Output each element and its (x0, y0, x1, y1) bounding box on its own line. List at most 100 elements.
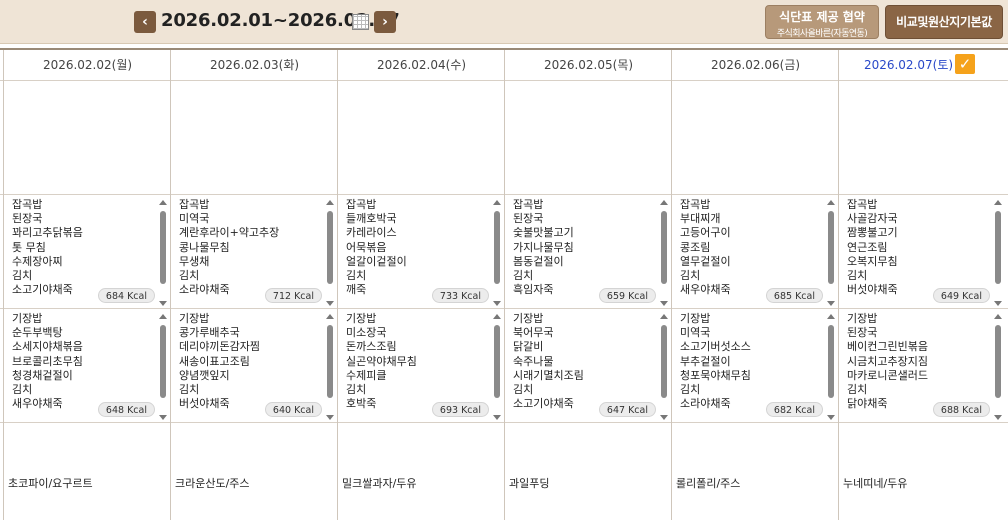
scroll-down-icon[interactable] (660, 415, 668, 420)
menu-item: 열무겉절이 (680, 254, 731, 268)
menu-item: 봄동겉절이 (513, 254, 564, 268)
menu-item: 잡곡밥 (179, 198, 210, 211)
scroll-down-icon[interactable] (326, 415, 334, 420)
scroll-thumb[interactable] (327, 211, 333, 284)
menu-item: 기장밥 (12, 312, 43, 325)
day-header[interactable]: 2026.02.07(토) (825, 50, 992, 80)
scroll-up-icon[interactable] (994, 200, 1002, 205)
scroll-down-icon[interactable] (326, 301, 334, 306)
scroll-down-icon[interactable] (827, 415, 835, 420)
day-header[interactable]: 2026.02.03(화) (171, 50, 338, 80)
dinner-item-list: 기장밥 미역국 소고기버섯소스 부추겉절이 청포묵야채무침 김치 소라야채죽 (680, 312, 751, 411)
scroll-down-icon[interactable] (660, 301, 668, 306)
scroll-down-icon[interactable] (994, 415, 1002, 420)
scrollbar[interactable] (827, 314, 836, 420)
compare-origin-button[interactable]: 비교및원산지기본값 (885, 5, 1003, 39)
day-header[interactable]: 2026.02.04(수) (338, 50, 505, 80)
scrollbar[interactable] (660, 200, 669, 306)
dinner-menu-cell[interactable]: 기장밥 된장국 베이컨그린빈볶음 시금치고추장지짐 마카로니콘샐러드 김치 닭야채죽 688 … (839, 308, 1006, 422)
menu-item: 양념깻잎지 (179, 368, 230, 382)
day-header[interactable]: 2026.02.02(월) (4, 50, 171, 80)
day-header[interactable]: 2026.02.06(금) (672, 50, 839, 80)
menu-item: 김치 (847, 382, 868, 396)
scroll-thumb[interactable] (661, 325, 667, 398)
menu-item: 콩조림 (680, 240, 711, 254)
scroll-down-icon[interactable] (493, 415, 501, 420)
menu-item: 호박죽 (346, 397, 377, 411)
scroll-thumb[interactable] (494, 211, 500, 284)
lunch-menu-cell[interactable]: 잡곡밥 들깨호박국 카레라이스 어묵볶음 얼갈이겉절이 김치 깨죽 733 Kcal (338, 194, 505, 308)
scrollbar[interactable] (660, 314, 669, 420)
scroll-up-icon[interactable] (159, 314, 167, 319)
menu-item: 마카로니콘샐러드 (847, 368, 928, 382)
scrollbar[interactable] (493, 200, 502, 306)
kcal-badge: 640 Kcal (264, 402, 322, 417)
scroll-up-icon[interactable] (493, 200, 501, 205)
scroll-up-icon[interactable] (326, 314, 334, 319)
calendar-icon[interactable] (352, 14, 369, 30)
scroll-up-icon[interactable] (159, 200, 167, 205)
dinner-menu-cell[interactable]: 기장밥 북어무국 닭갈비 숙주나물 시래기멸치조림 김치 소고기야채죽 647 Kcal (505, 308, 672, 422)
scrollbar[interactable] (159, 200, 168, 306)
menu-item: 얼갈이겉절이 (346, 254, 407, 268)
scroll-down-icon[interactable] (159, 301, 167, 306)
snack-item[interactable]: 밀크쌀과자/두유 (342, 475, 417, 491)
snack-item[interactable]: 누네띠네/두유 (843, 475, 907, 491)
menu-item: 새우야채죽 (12, 397, 63, 411)
scroll-thumb[interactable] (828, 211, 834, 284)
snack-item[interactable]: 롤리폴리/주스 (676, 475, 740, 491)
scroll-down-icon[interactable] (827, 301, 835, 306)
scroll-up-icon[interactable] (827, 314, 835, 319)
scroll-thumb[interactable] (995, 211, 1001, 284)
scroll-thumb[interactable] (160, 211, 166, 284)
lunch-menu-cell[interactable]: 잡곡밥 된장국 숯불맛불고기 가지나물무침 봄동겉절이 김치 흑임자죽 659 Kcal (505, 194, 672, 308)
scroll-up-icon[interactable] (326, 200, 334, 205)
lunch-menu-cell[interactable]: 잡곡밥 사골감자국 짬뽕불고기 연근조림 오복지무침 김치 버섯야채죽 649 Kcal (839, 194, 1006, 308)
kcal-badge: 693 Kcal (431, 402, 489, 417)
snack-item[interactable]: 초코파이/요구르트 (8, 475, 93, 491)
scrollbar[interactable] (827, 200, 836, 306)
scroll-thumb[interactable] (494, 325, 500, 398)
scroll-thumb[interactable] (995, 325, 1001, 398)
dinner-menu-cell[interactable]: 기장밥 미소장국 돈까스조림 실곤약야채무침 수제피클 김치 호박죽 693 Kcal (338, 308, 505, 422)
scroll-thumb[interactable] (828, 325, 834, 398)
scrollbar[interactable] (994, 200, 1003, 306)
scrollbar[interactable] (994, 314, 1003, 420)
menu-item: 새우야채죽 (680, 283, 731, 297)
scroll-up-icon[interactable] (493, 314, 501, 319)
dinner-menu-cell[interactable]: 기장밥 미역국 소고기버섯소스 부추겉절이 청포묵야채무침 김치 소라야채죽 682 Kcal (672, 308, 839, 422)
menu-item: 가지나물무침 (513, 240, 574, 254)
menu-item: 소고기버섯소스 (680, 340, 751, 354)
dinner-menu-cell[interactable]: 기장밥 순두부백탕 소세지야채볶음 브로콜리초무침 청경채겉절이 김치 새우야채죽 648 K… (4, 308, 171, 422)
kcal-badge: 733 Kcal (431, 288, 489, 303)
scroll-up-icon[interactable] (827, 200, 835, 205)
scroll-up-icon[interactable] (660, 200, 668, 205)
lunch-menu-cell[interactable]: 잡곡밥 부대찌개 고등어구이 콩조림 열무겉절이 김치 새우야채죽 685 Kcal (672, 194, 839, 308)
scroll-up-icon[interactable] (660, 314, 668, 319)
menu-item: 수제피클 (346, 368, 387, 382)
menu-item: 숙주나물 (513, 354, 554, 368)
lunch-menu-cell[interactable]: 잡곡밥 된장국 꽈리고추닭볶음 톳 무침 수제장아찌 김치 소고기야채죽 684 Kcal (4, 194, 171, 308)
snack-item[interactable]: 크라운산도/주스 (175, 475, 250, 491)
scrollbar[interactable] (159, 314, 168, 420)
menu-item: 어묵볶음 (346, 240, 387, 254)
scrollbar[interactable] (326, 314, 335, 420)
scrollbar[interactable] (493, 314, 502, 420)
prev-week-button[interactable]: ‹ (134, 11, 156, 33)
scroll-down-icon[interactable] (493, 301, 501, 306)
day-header[interactable]: 2026.02.05(목) (505, 50, 672, 80)
menu-item: 베이컨그린빈볶음 (847, 340, 928, 354)
scroll-down-icon[interactable] (159, 415, 167, 420)
scroll-thumb[interactable] (327, 325, 333, 398)
next-week-button[interactable]: › (374, 11, 396, 33)
scroll-up-icon[interactable] (994, 314, 1002, 319)
scrollbar[interactable] (326, 200, 335, 306)
menu-item: 숯불맛불고기 (513, 226, 574, 240)
menu-agreement-button[interactable]: 식단표 제공 협약 주식회사올바른(자동연동) (765, 5, 879, 39)
scroll-thumb[interactable] (661, 211, 667, 284)
lunch-menu-cell[interactable]: 잡곡밥 미역국 계란후라이+약고추장 콩나물무침 무생채 김치 소라야채죽 712 Kcal (171, 194, 338, 308)
dinner-menu-cell[interactable]: 기장밥 콩가루배추국 데리야끼돈감자찜 새송이표고조림 양념깻잎지 김치 버섯야채죽 640 … (171, 308, 338, 422)
scroll-down-icon[interactable] (994, 301, 1002, 306)
snack-item[interactable]: 과일푸딩 (509, 475, 549, 491)
scroll-thumb[interactable] (160, 325, 166, 398)
